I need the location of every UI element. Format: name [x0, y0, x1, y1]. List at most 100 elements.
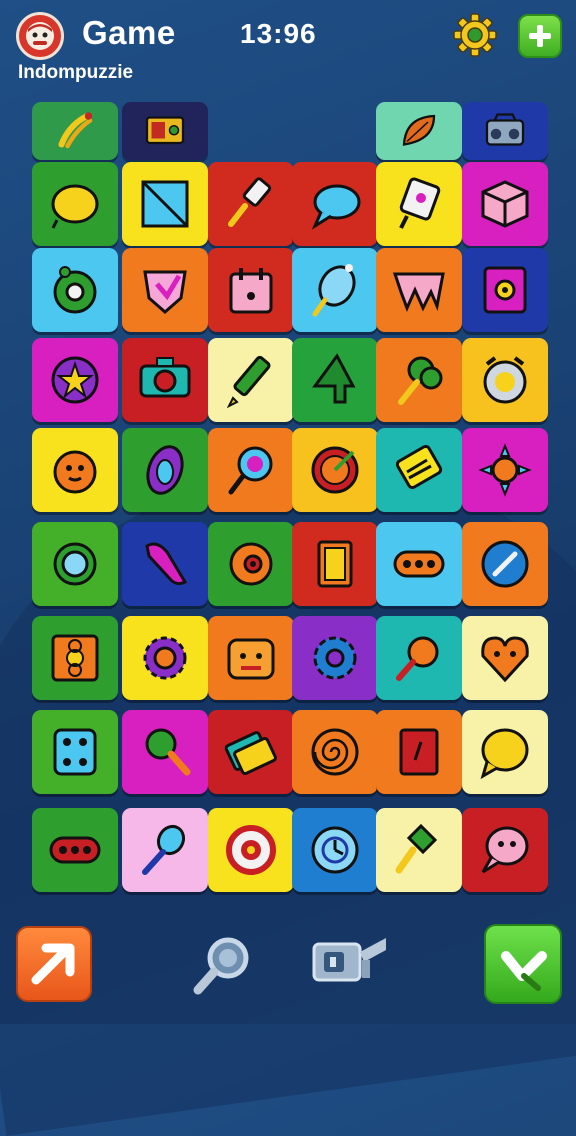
tile[interactable]: [208, 616, 294, 700]
tile[interactable]: [208, 428, 294, 512]
logo: [16, 12, 64, 60]
tile[interactable]: [122, 616, 208, 700]
tile[interactable]: [462, 248, 548, 332]
sun-icon: [478, 443, 532, 497]
tile[interactable]: [462, 710, 548, 794]
cube-icon: [481, 180, 529, 228]
tile[interactable]: [32, 808, 118, 892]
tile[interactable]: [462, 338, 548, 422]
tile[interactable]: [376, 710, 462, 794]
tile[interactable]: [122, 710, 208, 794]
tile[interactable]: [122, 522, 208, 606]
header: Game 13:96 Indompuzzie: [0, 0, 576, 100]
gear-icon: [453, 13, 497, 57]
cog-icon: [313, 636, 357, 680]
lemon-icon: [51, 184, 99, 229]
tile[interactable]: [376, 248, 462, 332]
tile[interactable]: [462, 808, 548, 892]
confirm-button[interactable]: [484, 924, 562, 1004]
tile[interactable]: [292, 522, 378, 606]
add-button[interactable]: [518, 14, 562, 58]
camera-icon: [139, 357, 191, 398]
tile[interactable]: [208, 710, 294, 794]
tile[interactable]: [122, 248, 208, 332]
orange-face-icon: [53, 450, 97, 494]
tile[interactable]: [32, 522, 118, 606]
tickets-icon: [224, 731, 277, 775]
feather-icon: [145, 542, 188, 586]
check-icon: [501, 951, 547, 991]
alarm-icon: [483, 356, 527, 404]
tile[interactable]: [292, 162, 378, 246]
tile[interactable]: [32, 248, 118, 332]
tile[interactable]: [122, 102, 208, 160]
broccoli-icon: [398, 356, 443, 405]
tile[interactable]: [32, 616, 118, 700]
tile[interactable]: [292, 616, 378, 700]
tile[interactable]: [122, 162, 208, 246]
tile[interactable]: [32, 710, 118, 794]
tile[interactable]: [32, 162, 118, 246]
plus-icon: [529, 25, 551, 47]
tile[interactable]: [292, 248, 378, 332]
tile[interactable]: [292, 428, 378, 512]
tile[interactable]: [292, 710, 378, 794]
tile[interactable]: [376, 428, 462, 512]
tile[interactable]: [122, 808, 208, 892]
tile[interactable]: [208, 338, 294, 422]
projector-icon: [312, 938, 386, 982]
door-icon: [317, 540, 353, 588]
shuffle-button[interactable]: [16, 926, 92, 1002]
paint-roller-icon: [228, 177, 272, 227]
tile[interactable]: [122, 338, 208, 422]
lollipop-icon: [228, 446, 273, 495]
robot-face-icon: [227, 638, 275, 680]
tile[interactable]: [376, 808, 462, 892]
book-icon: [399, 728, 439, 776]
tile[interactable]: [32, 338, 118, 422]
tile[interactable]: [462, 428, 548, 512]
tile[interactable]: [376, 616, 462, 700]
donut-icon: [53, 266, 97, 314]
heart-icon: [481, 636, 529, 683]
pill-icon: [393, 550, 445, 578]
tile[interactable]: [462, 162, 548, 246]
flower-box-icon: [51, 634, 99, 682]
star-icon: [51, 356, 99, 404]
brush-icon: [395, 823, 438, 874]
spiral-icon: [311, 728, 359, 776]
tile[interactable]: [122, 428, 208, 512]
tile[interactable]: [376, 522, 462, 606]
tile[interactable]: [208, 162, 294, 246]
camera-button[interactable]: [308, 930, 392, 996]
compass-icon: [481, 540, 529, 588]
heart-shield-icon: [143, 270, 187, 314]
tile[interactable]: [462, 616, 548, 700]
tile[interactable]: [32, 428, 118, 512]
tile[interactable]: [376, 162, 462, 246]
magnifier-tool-icon: [193, 937, 249, 995]
settings-button[interactable]: [452, 12, 498, 58]
leaf-icon: [402, 114, 436, 146]
tile[interactable]: [292, 338, 378, 422]
tile[interactable]: [32, 102, 118, 160]
tile[interactable]: [462, 102, 548, 160]
ice-cream-icon: [312, 264, 356, 317]
tile[interactable]: [208, 808, 294, 892]
tile[interactable]: [376, 338, 462, 422]
hint-button[interactable]: [186, 928, 256, 998]
bananas-icon: [58, 112, 93, 149]
tile[interactable]: [208, 248, 294, 332]
four-icon: [312, 353, 356, 404]
pencil-icon: [226, 355, 271, 409]
tile[interactable]: [376, 102, 462, 160]
tile[interactable]: [462, 522, 548, 606]
spoon-icon: [142, 824, 186, 875]
clock-icon: [311, 826, 359, 874]
tile[interactable]: [208, 522, 294, 606]
tag-icon: [399, 177, 441, 229]
tile[interactable]: [292, 808, 378, 892]
thought-icon: [481, 826, 529, 874]
crown-icon: [392, 272, 445, 312]
magnifier-icon: [145, 728, 191, 776]
